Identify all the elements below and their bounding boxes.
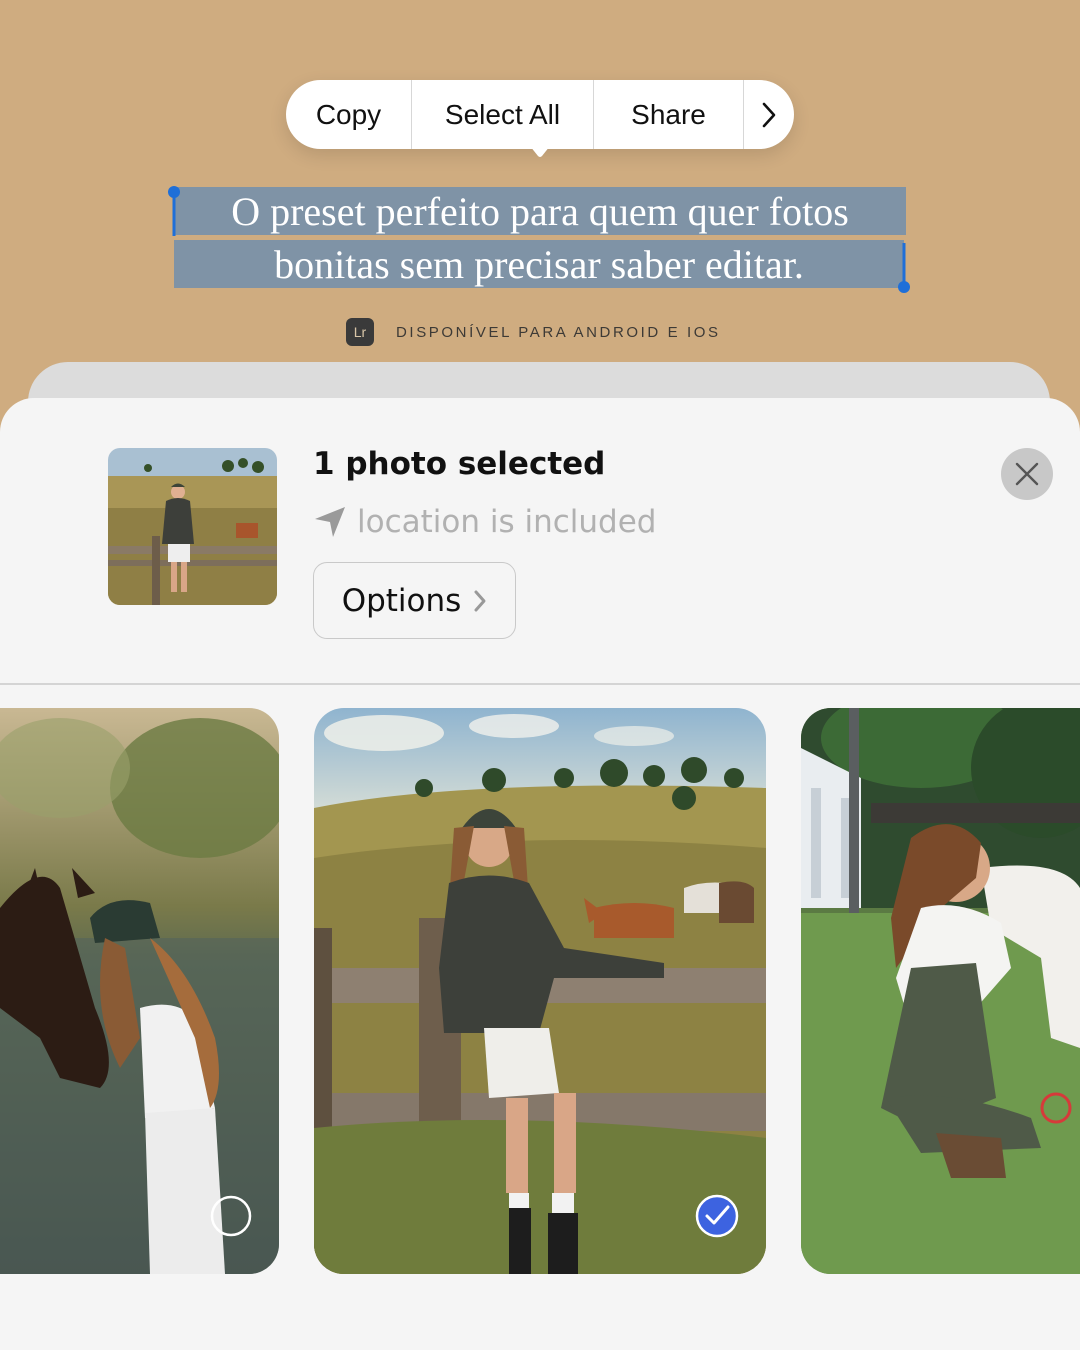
- availability-row: Lr DISPONÍVEL PARA ANDROID E IOS: [346, 318, 721, 346]
- chevron-right-icon: [762, 102, 776, 127]
- select-all-menu-item[interactable]: Select All: [412, 80, 594, 149]
- options-label: Options: [341, 582, 462, 619]
- more-menu-button[interactable]: [744, 80, 794, 149]
- location-row: location is included: [313, 504, 656, 540]
- close-button[interactable]: [1001, 448, 1053, 500]
- share-sheet: 1 photo selected location is included Op…: [0, 398, 1080, 1350]
- photo-card-fence-horses[interactable]: [314, 708, 766, 1274]
- share-menu-item[interactable]: Share: [594, 80, 744, 149]
- selection-end-handle[interactable]: [896, 243, 912, 295]
- sheet-divider: [0, 683, 1080, 685]
- location-arrow-icon: [315, 507, 345, 537]
- options-button[interactable]: Options: [313, 562, 516, 639]
- photo-card-white-horse[interactable]: [801, 708, 1080, 1274]
- chevron-right-icon: [474, 590, 486, 611]
- photo-card-horse-water[interactable]: [0, 708, 279, 1274]
- selected-photo-thumbnail[interactable]: [108, 448, 277, 605]
- lightroom-logo-icon: Lr: [346, 318, 374, 346]
- menu-pointer: [530, 146, 550, 157]
- close-icon: [1015, 462, 1039, 486]
- copy-menu-item[interactable]: Copy: [286, 80, 412, 149]
- text-context-menu: Copy Select All Share: [286, 80, 794, 149]
- availability-text: DISPONÍVEL PARA ANDROID E IOS: [396, 323, 721, 341]
- headline-line-2[interactable]: bonitas sem precisar saber editar.: [174, 240, 904, 288]
- headline-line-1[interactable]: O preset perfeito para quem quer fotos: [174, 187, 906, 235]
- selection-start-handle[interactable]: [166, 185, 182, 237]
- selection-count-title: 1 photo selected: [313, 446, 606, 482]
- location-status-text: location is included: [357, 504, 657, 540]
- selected-check-icon[interactable]: [695, 1194, 739, 1238]
